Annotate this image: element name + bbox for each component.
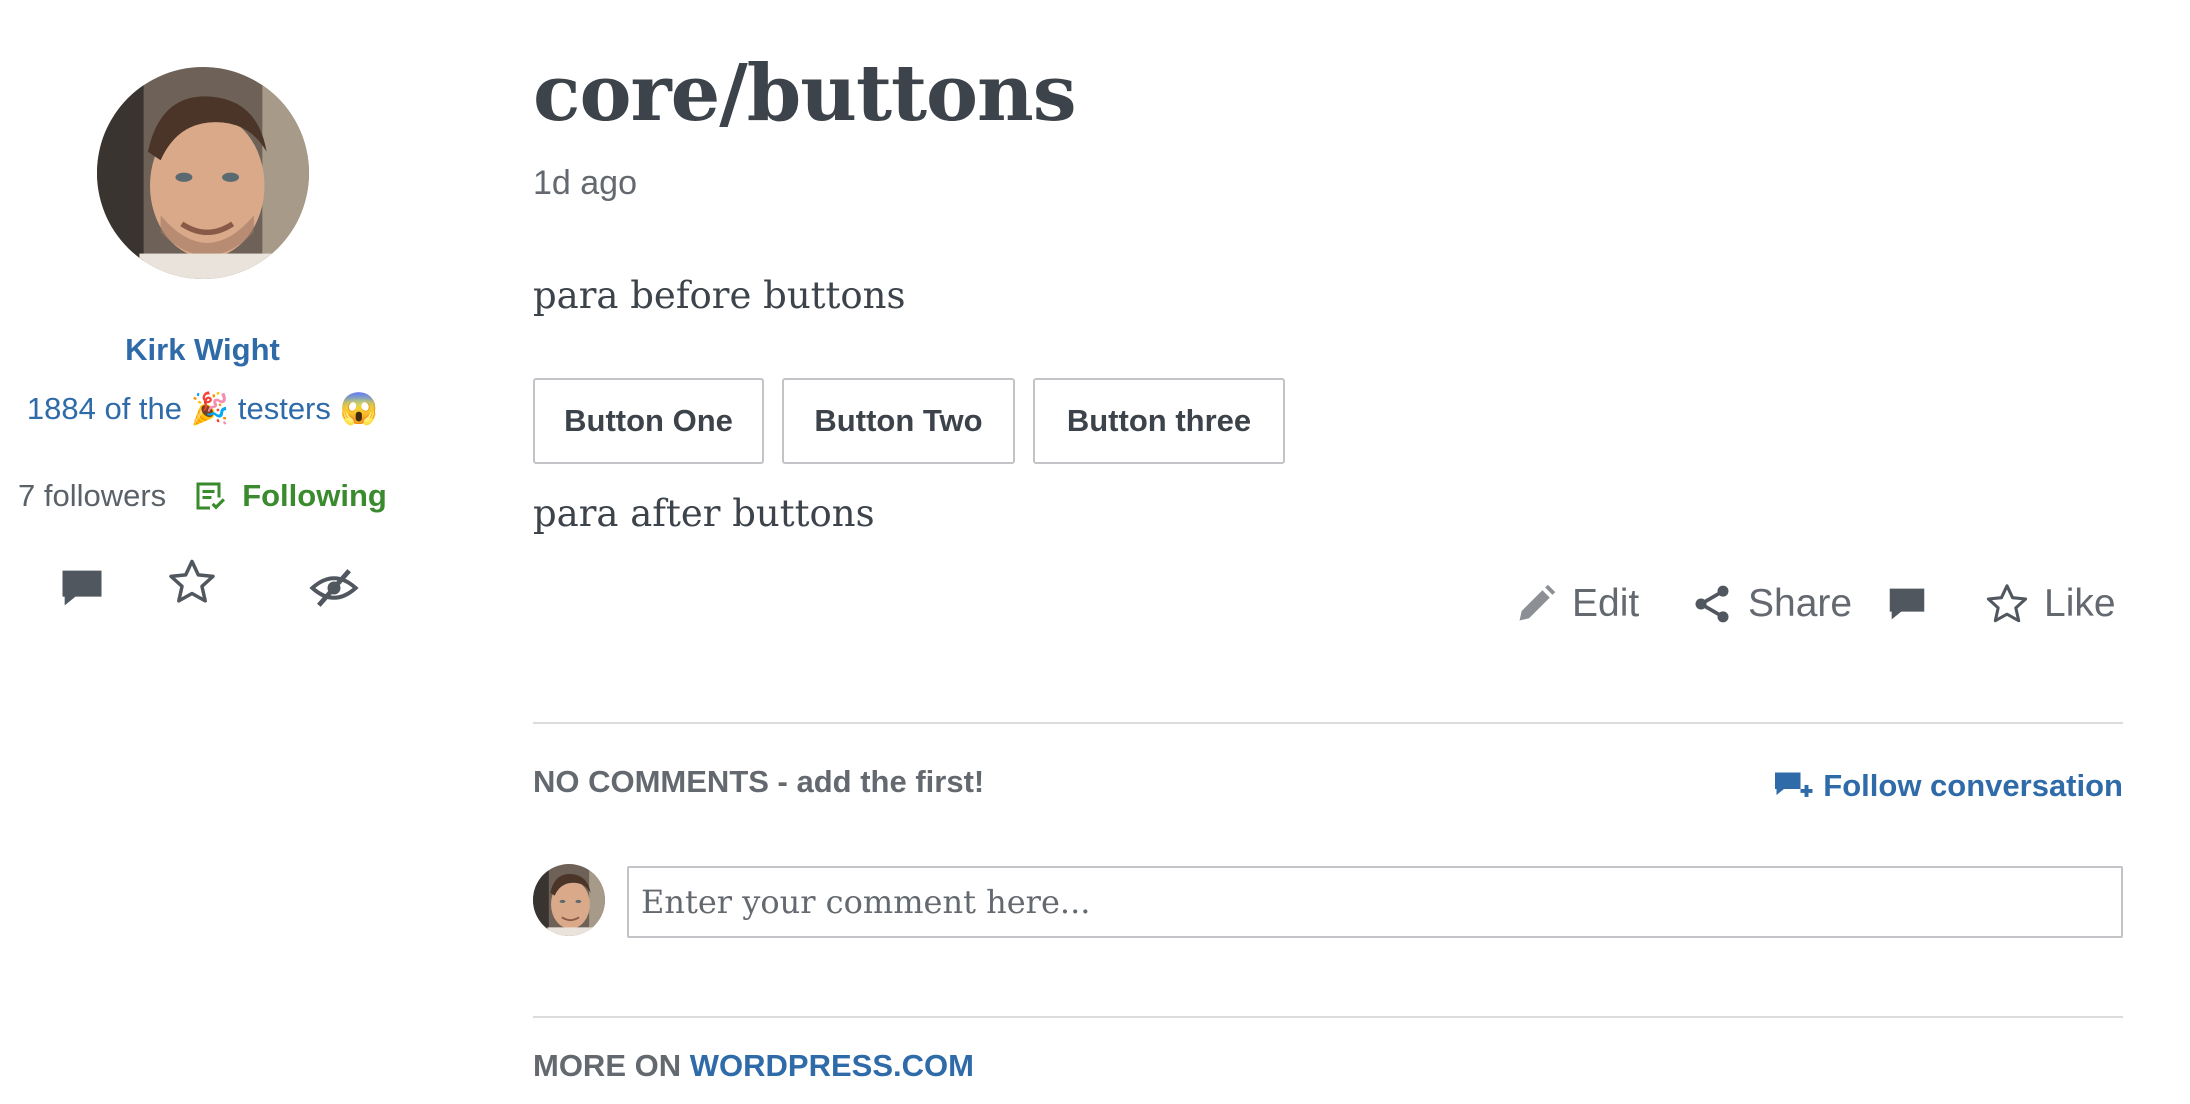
author-bio: 1884 of the 🎉 testers 😱 (26, 391, 379, 426)
comments-header: NO COMMENTS - add the first! (533, 764, 985, 799)
edit-label: Edit (1572, 582, 1640, 625)
follow-conversation-button[interactable]: Follow conversation (1773, 768, 2123, 804)
comment-input[interactable] (627, 866, 2123, 938)
button-two[interactable]: Button Two (782, 378, 1015, 464)
follow-conversation-label: Follow conversation (1823, 768, 2123, 803)
comments-divider (533, 722, 2123, 724)
commenter-avatar (533, 864, 605, 936)
avatar-image (97, 67, 309, 279)
followers-count: 7 followers (18, 478, 167, 513)
speech-bubble-icon (1889, 588, 1925, 620)
following-button[interactable]: Following (192, 478, 387, 514)
following-label: Following (242, 478, 387, 513)
post-title[interactable]: core/buttons (533, 48, 1077, 139)
avatar-image (533, 864, 605, 936)
pencil-icon (1519, 584, 1556, 621)
star-button[interactable] (166, 556, 218, 608)
author-sidebar: Kirk Wight 1884 of the 🎉 testers 😱 7 fol… (0, 0, 400, 1104)
author-name[interactable]: Kirk Wight (0, 332, 405, 368)
like-button[interactable]: Like (1984, 576, 2116, 632)
post-actions: Edit Share Like (1500, 576, 2120, 636)
site-link[interactable]: WORDPRESS.COM (690, 1048, 974, 1083)
share-icon (1695, 585, 1729, 623)
following-check-icon (196, 482, 226, 510)
author-actions (56, 559, 366, 622)
more-on-heading: MORE ON WORDPRESS.COM (533, 1048, 974, 1084)
post-timestamp[interactable]: 1d ago (533, 164, 637, 203)
comment-action-button[interactable] (1884, 576, 1930, 632)
like-label: Like (2044, 582, 2116, 625)
button-one[interactable]: Button One (533, 378, 764, 464)
edit-button[interactable]: Edit (1514, 576, 1639, 632)
eye-slash-icon (309, 569, 359, 607)
follow-row: 7 followers Following (18, 474, 387, 518)
buttons-block: Button One Button Two Button three (533, 378, 1303, 466)
share-label: Share (1748, 582, 1853, 625)
comment-plus-icon (1775, 772, 1813, 797)
star-icon (169, 559, 215, 603)
author-avatar[interactable] (97, 67, 309, 279)
paragraph-after-buttons: para after buttons (533, 492, 875, 535)
more-on-label: MORE ON (533, 1048, 682, 1083)
more-on-divider (533, 1016, 2123, 1018)
paragraph-before-buttons: para before buttons (533, 274, 906, 317)
share-button[interactable]: Share (1690, 576, 1852, 632)
hide-button[interactable] (308, 562, 360, 614)
star-icon (1986, 584, 2028, 623)
speech-bubble-icon (62, 570, 102, 606)
button-three[interactable]: Button three (1033, 378, 1285, 464)
comment-button[interactable] (56, 562, 108, 614)
